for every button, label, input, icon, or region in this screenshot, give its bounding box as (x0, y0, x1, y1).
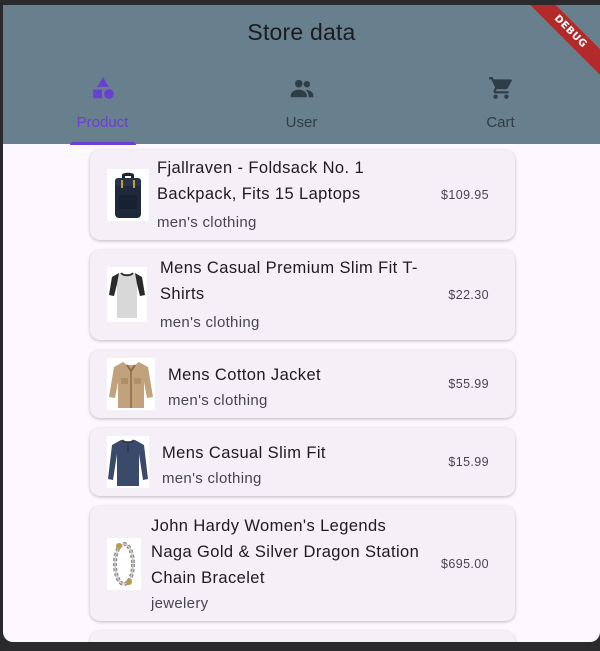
product-card[interactable]: John Hardy Women's Legends Naga Gold & S… (90, 506, 515, 621)
product-category: men's clothing (162, 470, 262, 487)
app-window: Store data DEBUG Product User Cart Fjall… (3, 5, 600, 642)
product-card[interactable]: Mens Casual Slim Fit men's clothing $15.… (90, 428, 515, 496)
tab-product-label: Product (76, 114, 129, 131)
category-shapes-icon (92, 77, 114, 99)
product-category: men's clothing (160, 314, 260, 331)
tab-cart-label: Cart (486, 114, 515, 131)
people-icon (290, 79, 313, 98)
product-card[interactable]: Mens Cotton Jacket men's clothing $55.99 (90, 350, 515, 418)
product-category: jewelery (151, 595, 209, 612)
product-price: $55.99 (448, 377, 489, 391)
page-title: Store data (247, 19, 356, 45)
product-price: $695.00 (441, 557, 489, 571)
app-bar: Store data DEBUG Product User Cart (3, 5, 600, 145)
shopping-cart-icon (488, 77, 512, 99)
product-card[interactable]: Mens Casual Premium Slim Fit T-Shirts me… (90, 250, 515, 340)
product-category: men's clothing (157, 214, 257, 231)
product-image-bracelet (107, 538, 141, 590)
product-image-longsleeve (107, 436, 149, 488)
product-name: John Hardy Women's Legends Naga Gold & S… (151, 517, 420, 587)
product-card[interactable]: Fjallraven - Foldsack No. 1 Backpack, Fi… (90, 150, 515, 240)
tab-cart[interactable]: Cart (401, 67, 600, 144)
product-price: $22.30 (448, 288, 489, 302)
product-name: Mens Casual Slim Fit (162, 444, 326, 462)
product-name: Mens Cotton Jacket (168, 366, 322, 384)
tab-indicator (69, 142, 136, 145)
product-image-backpack (107, 169, 149, 221)
product-card[interactable] (90, 631, 515, 642)
product-name: Fjallraven - Foldsack No. 1 Backpack, Fi… (157, 159, 365, 203)
product-image-jacket (107, 358, 155, 410)
tab-user-label: User (285, 114, 318, 131)
tab-bar: Product User Cart (3, 67, 600, 145)
product-image-tshirt (107, 267, 147, 322)
product-name: Mens Casual Premium Slim Fit T-Shirts (160, 259, 418, 303)
product-category: men's clothing (168, 392, 268, 409)
tab-product[interactable]: Product (3, 67, 202, 145)
product-price: $15.99 (448, 455, 489, 469)
tab-user[interactable]: User (202, 67, 401, 144)
product-price: $109.95 (441, 188, 489, 202)
